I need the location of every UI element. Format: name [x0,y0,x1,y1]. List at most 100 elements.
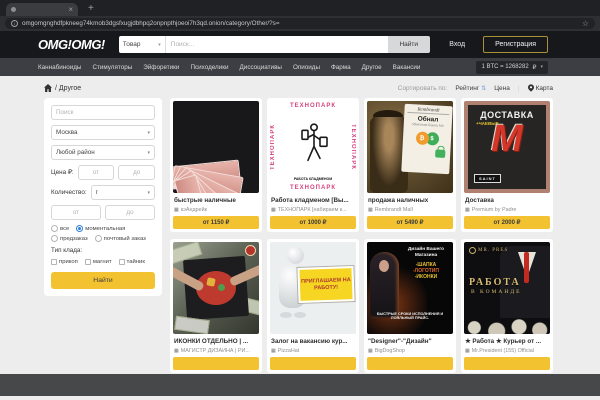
product-title[interactable]: Доставка [465,197,549,206]
product-seller[interactable]: ▦ Premium by Padre [465,207,549,213]
product-seller[interactable]: ▦ кэАндрейк [174,207,258,213]
product-seller[interactable]: ▦ Rembrandt Mall [368,207,452,213]
checkbox-prikop[interactable]: прикоп [51,259,78,265]
radio-postal-label: почтовый заказ [104,236,146,242]
search-button[interactable]: Найти [388,36,430,53]
nav-item-psychedelics[interactable]: Психоделики [190,64,228,71]
price-button[interactable] [173,357,259,370]
home-icon[interactable] [44,84,52,92]
product-card[interactable]: быстрые наличные ▦ кэАндрейк от 1150 ₽ [170,98,262,232]
btc-rate-value: 1 BTC = 1268282 [481,64,528,70]
price-button[interactable] [367,357,453,370]
product-title[interactable]: "Designer"-"Дизайн" [368,338,452,347]
search-group: Товар ▾ Поиск... Найти [119,36,430,53]
checkbox-tainik[interactable]: тайник [119,259,145,265]
product-title[interactable]: Залог на вакансию кур... [271,338,355,347]
product-title[interactable]: быстрые наличные [174,197,258,206]
product-title[interactable]: продажа наличных [368,197,452,206]
shop-icon: ▦ [368,348,373,354]
filter-search-input[interactable]: Поиск [51,105,155,120]
product-title[interactable]: ИКОНКИ ОТДЕЛЬНО | ... [174,338,258,347]
product-card[interactable]: Дизайн Вашего Магазина -ШАПКА -ЛОГОТИП -… [364,239,456,373]
price-button[interactable] [270,357,356,370]
nav-item-pharma[interactable]: Фарма [331,64,351,71]
nav-item-dissociatives[interactable]: Диссоциативы [240,64,282,71]
unit-select[interactable]: г ▾ [91,185,155,200]
sort-label: Сортировать по: [398,85,448,92]
product-title[interactable]: Работа кладменом [Вы... [271,197,355,206]
category-nav: Каннабиноиды Стимуляторы Эйфоретики Псих… [0,58,600,76]
city-select[interactable]: Москва ▾ [51,125,155,140]
btc-rate-selector[interactable]: 1 BTC = 1268282 ₽ ▾ [476,61,548,74]
login-link[interactable]: Вход [449,41,465,48]
product-title[interactable]: ★ Работа ★ Курьер от ... [465,338,549,347]
delivery-options: все моментальная предзаказ почтовый зака… [51,225,155,242]
site-info-icon[interactable]: i [11,20,18,27]
apply-filters-button[interactable]: Найти [51,272,155,289]
chevron-down-icon: ▾ [147,190,150,196]
seal-icon [469,247,476,254]
url-bar[interactable]: i omgomgnghdfpkneeg74kmob3dgsfxugjdbhpq2… [5,18,595,29]
url-text[interactable]: omgomgnghdfpkneeg74kmob3dgsfxugjdbhpq2on… [22,20,578,27]
site-logo[interactable]: OMG!OMG! [38,37,105,52]
price-label: Цена ₽: [51,169,74,176]
shop-icon: ▦ [368,207,373,213]
seller-name: BigDogShop [375,348,405,354]
price-button[interactable] [464,357,550,370]
stash-type-label: Тип клада: [51,247,155,254]
seller-name: кэАндрейк [181,207,207,213]
radio-icon [95,235,102,242]
checkbox-icon [119,259,125,265]
nav-item-stimulants[interactable]: Стимуляторы [92,64,132,71]
currency-symbol: ₽ [533,64,537,71]
product-card[interactable]: ТЕХНОПАРК ТЕХНОПАРК ТЕХНОПАРК РАБОТА КЛА… [267,98,359,232]
product-card[interactable]: ПРИГЛАШАЕМ НА РАБОТУ! Залог на вакансию … [267,239,359,373]
product-card[interactable]: MR. PRES РАБОТА В КОМАНДЕ ★ Работа ★ Кур… [461,239,553,373]
product-seller[interactable]: ▦ МАГИСТР ДИЗАЙНА | РИ... [174,348,258,354]
quantity-from-input[interactable]: от [51,205,101,220]
nav-item-other[interactable]: Другое [362,64,382,71]
price-button[interactable]: от 5490 ₽ [367,216,453,229]
product-card[interactable]: ДОСТАВКА +ЧАЕВЫЕ М SAINT Доставка ▦ Prem… [461,98,553,232]
product-card[interactable]: Rembrandt Обнал обменник Банка Мо ₿ $ пр… [364,98,456,232]
price-button[interactable]: от 1150 ₽ [173,216,259,229]
sort-by-price[interactable]: Цена [494,85,510,92]
nav-item-opioids[interactable]: Опиоиды [293,64,320,71]
product-seller[interactable]: ▦ Mr.President (155) Official [465,348,549,354]
product-seller[interactable]: ▦ PizzaHat [271,348,355,354]
seller-name: Premium by Padre [472,207,517,213]
price-button[interactable]: от 2000 ₽ [464,216,550,229]
unit-value: г [96,189,98,196]
radio-preorder[interactable]: предзаказ [51,235,88,242]
nav-item-jobs[interactable]: Вакансии [393,64,421,71]
nav-item-euphorics[interactable]: Эйфоретики [143,64,179,71]
price-to-input[interactable]: до [118,165,155,180]
product-seller[interactable]: ▦ BigDogShop [368,348,452,354]
product-seller[interactable]: ▦ ТЕХНОПАРК [набираем к... [271,207,355,213]
radio-postal[interactable]: почтовый заказ [95,235,146,242]
map-link[interactable]: Карта [528,84,553,92]
radio-instant[interactable]: моментальная [76,225,125,232]
nav-item-cannabinoids[interactable]: Каннабиноиды [38,64,81,71]
checkbox-magnet[interactable]: магнит [85,259,112,265]
browser-tab[interactable]: × [6,3,78,16]
map-pin-icon [528,84,534,92]
breadcrumb-path[interactable]: / Другое [55,85,81,92]
register-button[interactable]: Регистрация [483,36,548,53]
search-input[interactable]: Поиск... [166,36,388,53]
price-button[interactable]: от 1000 ₽ [270,216,356,229]
bottom-dark-band [0,374,600,396]
tab-favicon [11,7,16,12]
product-card[interactable]: ИКОНКИ ОТДЕЛЬНО | ... ▦ МАГИСТР ДИЗАЙНА … [170,239,262,373]
radio-all[interactable]: все [51,225,69,232]
new-tab-icon[interactable]: + [88,4,94,14]
search-category-select[interactable]: Товар ▾ [119,36,166,53]
bookmark-star-icon[interactable]: ☆ [582,20,589,28]
price-from-input[interactable]: от [78,165,115,180]
seller-name: МАГИСТР ДИЗАЙНА | РИ... [181,348,250,354]
divider: | [518,85,520,92]
quantity-to-input[interactable]: до [105,205,155,220]
sort-by-rating[interactable]: Рейтинг ⇅ [455,85,486,92]
district-select[interactable]: Любой район ▾ [51,145,155,160]
tab-close-icon[interactable]: × [68,6,73,14]
